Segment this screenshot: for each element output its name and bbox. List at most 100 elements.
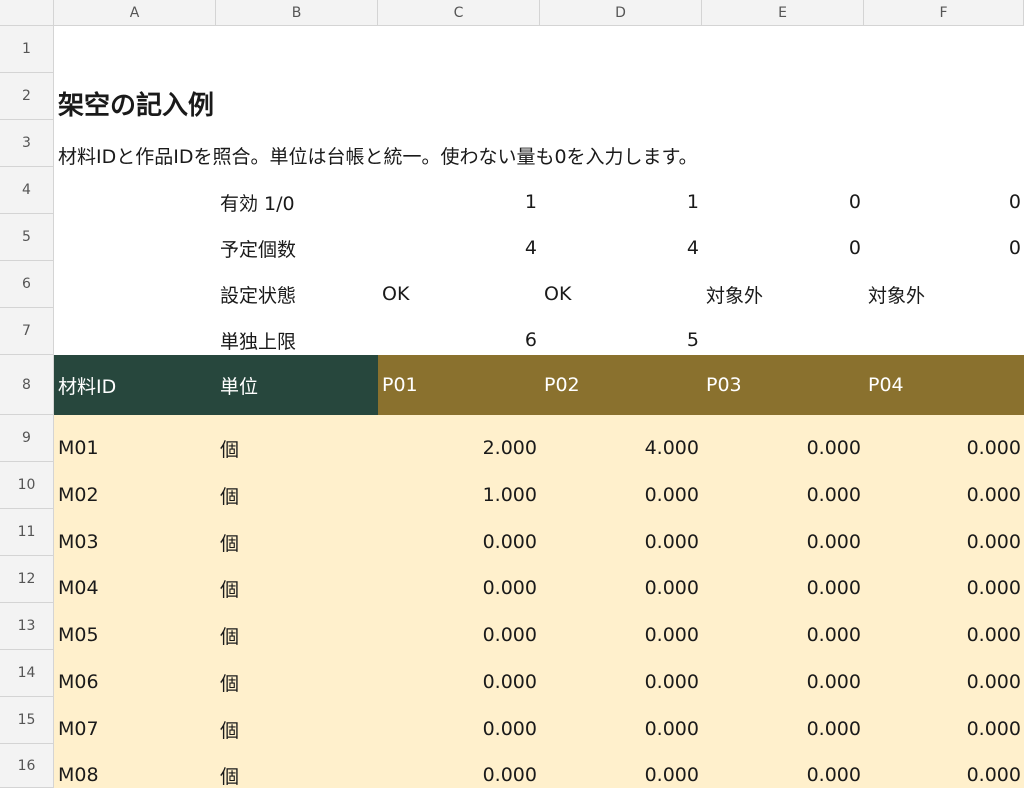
header-p04[interactable]: P04 bbox=[864, 355, 1024, 415]
setting-status-c[interactable]: OK bbox=[378, 272, 540, 316]
setting-value-d[interactable]: 4 bbox=[540, 226, 702, 270]
header-material-id[interactable]: 材料ID bbox=[54, 355, 216, 415]
qty-cell-p01[interactable]: 1.000 bbox=[378, 473, 540, 517]
setting-label[interactable]: 有効 1/0 bbox=[216, 180, 378, 224]
setting-value-c[interactable]: 4 bbox=[378, 226, 540, 270]
qty-cell-p02[interactable]: 0.000 bbox=[540, 473, 702, 517]
qty-cell-p02[interactable]: 0.000 bbox=[540, 660, 702, 704]
qty-cell-p03[interactable]: 0.000 bbox=[702, 660, 864, 704]
row-header-14[interactable]: 14 bbox=[0, 650, 54, 697]
qty-cell-p03[interactable]: 0.000 bbox=[702, 753, 864, 797]
unit-cell[interactable]: 個 bbox=[216, 613, 378, 657]
setting-label[interactable]: 設定状態 bbox=[216, 272, 378, 316]
qty-cell-p02[interactable]: 0.000 bbox=[540, 566, 702, 610]
row-header-5[interactable]: 5 bbox=[0, 214, 54, 261]
qty-cell-p03[interactable]: 0.000 bbox=[702, 707, 864, 751]
material-id-cell[interactable]: M04 bbox=[54, 566, 216, 610]
setting-status-e[interactable]: 対象外 bbox=[702, 272, 864, 316]
qty-cell-p04[interactable]: 0.000 bbox=[864, 753, 1024, 797]
header-p02[interactable]: P02 bbox=[540, 355, 702, 415]
setting-value-e[interactable]: 0 bbox=[702, 180, 864, 224]
qty-cell-p03[interactable]: 0.000 bbox=[702, 613, 864, 657]
table-row: M03 個 0.000 0.000 0.000 0.000 bbox=[54, 520, 1024, 564]
material-id-cell[interactable]: M06 bbox=[54, 660, 216, 704]
setting-status-f[interactable]: 対象外 bbox=[864, 272, 1024, 316]
unit-cell[interactable]: 個 bbox=[216, 426, 378, 470]
row-header-16[interactable]: 16 bbox=[0, 744, 54, 788]
row-header-9[interactable]: 9 bbox=[0, 415, 54, 462]
qty-cell-p03[interactable]: 0.000 bbox=[702, 520, 864, 564]
row-header-10[interactable]: 10 bbox=[0, 462, 54, 509]
material-id-cell[interactable]: M03 bbox=[54, 520, 216, 564]
row-header-12[interactable]: 12 bbox=[0, 556, 54, 603]
unit-cell[interactable]: 個 bbox=[216, 520, 378, 564]
unit-cell[interactable]: 個 bbox=[216, 566, 378, 610]
material-id-cell[interactable]: M02 bbox=[54, 473, 216, 517]
qty-cell-p04[interactable]: 0.000 bbox=[864, 566, 1024, 610]
column-header-f[interactable]: F bbox=[864, 0, 1024, 26]
qty-cell-p04[interactable]: 0.000 bbox=[864, 520, 1024, 564]
qty-cell-p01[interactable]: 2.000 bbox=[378, 426, 540, 470]
qty-cell-p01[interactable]: 0.000 bbox=[378, 566, 540, 610]
table-header-row: 材料ID 単位 P01 P02 P03 P04 bbox=[54, 355, 1024, 415]
table-row: M02 個 1.000 0.000 0.000 0.000 bbox=[54, 473, 1024, 517]
column-header-d[interactable]: D bbox=[540, 0, 702, 26]
row-header-11[interactable]: 11 bbox=[0, 509, 54, 556]
column-header-a[interactable]: A bbox=[54, 0, 216, 26]
setting-label[interactable]: 予定個数 bbox=[216, 226, 378, 270]
setting-status-d[interactable]: OK bbox=[540, 272, 702, 316]
header-p01[interactable]: P01 bbox=[378, 355, 540, 415]
row-header-15[interactable]: 15 bbox=[0, 697, 54, 744]
qty-cell-p02[interactable]: 0.000 bbox=[540, 707, 702, 751]
qty-cell-p01[interactable]: 0.000 bbox=[378, 753, 540, 797]
select-all-corner[interactable] bbox=[0, 0, 54, 26]
qty-cell-p03[interactable]: 0.000 bbox=[702, 426, 864, 470]
qty-cell-p02[interactable]: 0.000 bbox=[540, 520, 702, 564]
setting-value-e[interactable]: 0 bbox=[702, 226, 864, 270]
qty-cell-p01[interactable]: 0.000 bbox=[378, 660, 540, 704]
row-header-2[interactable]: 2 bbox=[0, 73, 54, 120]
setting-value-c[interactable]: 1 bbox=[378, 180, 540, 224]
row-header-8[interactable]: 8 bbox=[0, 355, 54, 415]
material-id-cell[interactable]: M07 bbox=[54, 707, 216, 751]
qty-cell-p04[interactable]: 0.000 bbox=[864, 660, 1024, 704]
row-header-6[interactable]: 6 bbox=[0, 261, 54, 308]
column-header-c[interactable]: C bbox=[378, 0, 540, 26]
qty-cell-p04[interactable]: 0.000 bbox=[864, 613, 1024, 657]
qty-cell-p01[interactable]: 0.000 bbox=[378, 707, 540, 751]
material-id-cell[interactable]: M01 bbox=[54, 426, 216, 470]
material-id-cell[interactable]: M08 bbox=[54, 753, 216, 797]
qty-cell-p04[interactable]: 0.000 bbox=[864, 707, 1024, 751]
unit-cell[interactable]: 個 bbox=[216, 473, 378, 517]
qty-cell-p02[interactable]: 0.000 bbox=[540, 613, 702, 657]
setting-value-f[interactable]: 0 bbox=[864, 226, 1024, 270]
qty-cell-p04[interactable]: 0.000 bbox=[864, 473, 1024, 517]
unit-cell[interactable]: 個 bbox=[216, 660, 378, 704]
header-unit[interactable]: 単位 bbox=[216, 355, 378, 415]
qty-cell-p03[interactable]: 0.000 bbox=[702, 473, 864, 517]
material-id-cell[interactable]: M05 bbox=[54, 613, 216, 657]
column-header-e[interactable]: E bbox=[702, 0, 864, 26]
row-header-7[interactable]: 7 bbox=[0, 308, 54, 355]
instruction-note[interactable]: 材料IDと作品IDを照合。単位は台帳と統一。使わない量も0を入力します。 bbox=[54, 133, 698, 177]
row-header-3[interactable]: 3 bbox=[0, 120, 54, 167]
qty-cell-p04[interactable]: 0.000 bbox=[864, 426, 1024, 470]
header-p03[interactable]: P03 bbox=[702, 355, 864, 415]
settings-row-planned-count: 予定個数 4 4 0 0 bbox=[54, 226, 1024, 270]
row-header-4[interactable]: 4 bbox=[0, 167, 54, 214]
sheet-title[interactable]: 架空の記入例 bbox=[54, 73, 214, 133]
row-header-1[interactable]: 1 bbox=[0, 26, 54, 73]
unit-cell[interactable]: 個 bbox=[216, 753, 378, 797]
qty-cell-p02[interactable]: 0.000 bbox=[540, 753, 702, 797]
settings-row-status: 設定状態 OK OK 対象外 対象外 bbox=[54, 272, 1024, 316]
table-row: M06 個 0.000 0.000 0.000 0.000 bbox=[54, 660, 1024, 704]
row-header-13[interactable]: 13 bbox=[0, 603, 54, 650]
qty-cell-p03[interactable]: 0.000 bbox=[702, 566, 864, 610]
column-header-b[interactable]: B bbox=[216, 0, 378, 26]
setting-value-f[interactable]: 0 bbox=[864, 180, 1024, 224]
qty-cell-p01[interactable]: 0.000 bbox=[378, 613, 540, 657]
unit-cell[interactable]: 個 bbox=[216, 707, 378, 751]
qty-cell-p01[interactable]: 0.000 bbox=[378, 520, 540, 564]
setting-value-d[interactable]: 1 bbox=[540, 180, 702, 224]
qty-cell-p02[interactable]: 4.000 bbox=[540, 426, 702, 470]
